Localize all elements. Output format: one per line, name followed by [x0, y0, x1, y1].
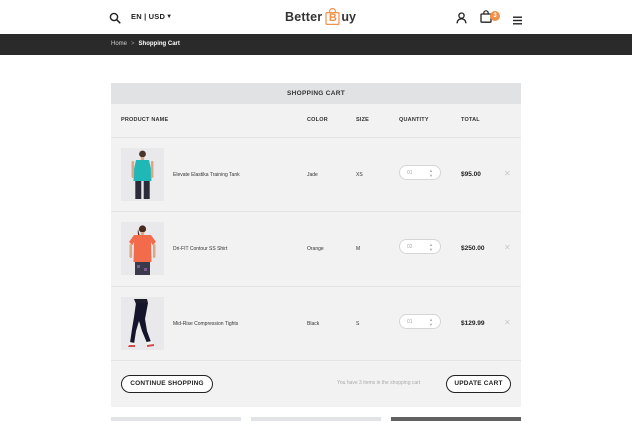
column-header-size: SIZE [356, 117, 370, 123]
breadcrumb: Home > Shopping Cart [111, 41, 180, 47]
row-divider [111, 360, 521, 361]
product-size: S [356, 321, 360, 327]
footer-panel [391, 417, 521, 421]
breadcrumb-separator: > [131, 41, 135, 47]
user-icon[interactable] [456, 11, 467, 24]
cart-title: SHOPPING CART [111, 83, 521, 104]
column-header-total: TOTAL [461, 117, 480, 123]
column-header-color: COLOR [307, 117, 328, 123]
site-logo[interactable]: Better B uy [285, 6, 356, 28]
cart-row: Mid-Rise Compression Tights Black S 01 ▲… [111, 287, 521, 361]
logo-word-2: uy [341, 10, 356, 24]
chevron-down-icon[interactable]: ▼ [429, 248, 433, 252]
product-name[interactable]: Mid-Rise Compression Tights [173, 321, 238, 327]
site-header: EN | USD▼ Better B uy 3 [0, 0, 632, 34]
search-icon[interactable] [109, 11, 121, 24]
hamburger-menu-icon[interactable] [513, 12, 522, 25]
cart-row: Elevate Elastika Training Tank Jade XS 0… [111, 138, 521, 212]
product-total: $250.00 [461, 245, 485, 252]
chevron-down-icon[interactable]: ▼ [429, 323, 433, 327]
continue-shopping-button[interactable]: CONTINUE SHOPPING [121, 375, 213, 393]
product-image-shirt[interactable] [121, 222, 164, 275]
logo-word-1: Better [285, 10, 323, 24]
quantity-value[interactable]: 02 [407, 244, 413, 250]
cart-items-note: You have 3 items in the shopping cart [337, 380, 421, 386]
quantity-value[interactable]: 01 [407, 319, 413, 325]
close-icon[interactable]: ✕ [504, 244, 511, 252]
footer-panel [111, 417, 241, 421]
product-size: M [356, 246, 361, 252]
quantity-stepper[interactable]: 01 ▲ ▼ [399, 314, 441, 329]
product-total: $129.99 [461, 320, 485, 327]
update-cart-button[interactable]: UPDATE CART [446, 375, 511, 393]
product-name[interactable]: Dri-FIT Contour SS Shirt [173, 246, 227, 252]
breadcrumb-current: Shopping Cart [138, 41, 180, 47]
breadcrumb-bar: Home > Shopping Cart [0, 34, 632, 55]
product-color: Black [307, 321, 320, 327]
product-total: $95.00 [461, 171, 481, 178]
product-size: XS [356, 172, 363, 178]
cart-count-badge: 3 [490, 11, 500, 21]
quantity-value[interactable]: 01 [407, 170, 413, 176]
product-name[interactable]: Elevate Elastika Training Tank [173, 172, 240, 178]
logo-bag-icon: B [325, 7, 340, 25]
close-icon[interactable]: ✕ [504, 170, 511, 178]
chevron-down-icon: ▼ [166, 14, 173, 20]
cart-row: Dri-FIT Contour SS Shirt Orange M 02 ▲ ▼… [111, 212, 521, 286]
shopping-cart-panel: SHOPPING CART PRODUCT NAME COLOR SIZE QU… [111, 83, 521, 407]
chevron-down-icon[interactable]: ▼ [429, 174, 433, 178]
quantity-stepper[interactable]: 01 ▲ ▼ [399, 165, 441, 180]
product-image-tights[interactable] [121, 297, 164, 350]
column-header-product-name: PRODUCT NAME [121, 117, 169, 123]
quantity-stepper[interactable]: 02 ▲ ▼ [399, 239, 441, 254]
language-currency-label: EN | USD [131, 12, 166, 21]
column-header-quantity: QUANTITY [399, 117, 429, 123]
breadcrumb-home-link[interactable]: Home [111, 41, 127, 47]
footer-panel [251, 417, 381, 421]
logo-bag-letter: B [328, 11, 337, 24]
product-image-tank[interactable] [121, 148, 164, 201]
close-icon[interactable]: ✕ [504, 319, 511, 327]
product-color: Jade [307, 172, 318, 178]
product-color: Orange [307, 246, 324, 252]
language-currency-selector[interactable]: EN | USD▼ [131, 12, 172, 21]
